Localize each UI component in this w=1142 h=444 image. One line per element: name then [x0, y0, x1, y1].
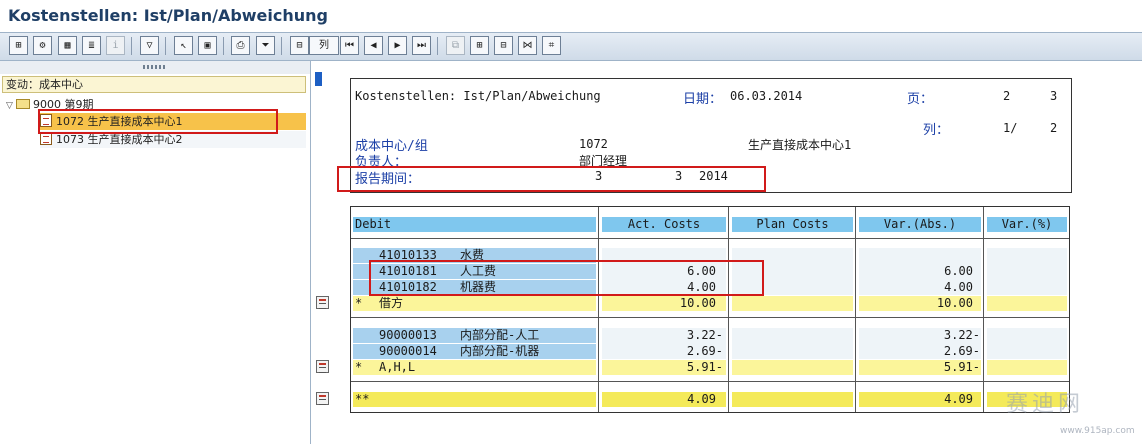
highlight-box: [369, 260, 764, 296]
cell-bg: [732, 328, 853, 359]
subtotal-bg: [987, 360, 1067, 375]
cost-center-name: 生产直接成本中心1: [748, 138, 852, 152]
total-bg: [353, 392, 596, 407]
last-page-icon[interactable]: ⏭: [412, 36, 431, 55]
tree-header: 变动：成本中心: [2, 76, 306, 93]
title-bar: Kostenstellen: Ist/Plan/Abweichung: [0, 0, 1142, 33]
var-abs-value: 4.00: [944, 280, 973, 294]
tree-item-label: 1073 生产直接成本中心2: [56, 133, 183, 146]
application-toolbar: ⊞ ⚙ ▦ ≣ i ▽ ↖ ▣ ⎙ ⏷ ⊟ 列 ⏮ ◀ ▶ ⏭ ⧉ ⊞ ⊟ ⋈ …: [0, 33, 1142, 61]
subtotal-icon[interactable]: [316, 360, 329, 373]
toolbar-separator: [437, 37, 438, 55]
page-label: 页：: [907, 92, 934, 107]
toolbar-separator: [281, 37, 282, 55]
structure-icon[interactable]: ▦: [58, 36, 77, 55]
subtotal-act-costs: 10.00: [679, 296, 716, 310]
toolbar-separator: [131, 37, 132, 55]
subtotal-var-abs: 10.00: [936, 296, 973, 310]
row-divider: [351, 317, 1069, 318]
highlight-box: [38, 109, 278, 134]
cell-bg: [987, 248, 1067, 295]
info-icon[interactable]: i: [106, 36, 125, 55]
find-icon[interactable]: ⊟: [290, 36, 309, 55]
subtotal-marker: *: [355, 360, 363, 374]
act-costs-value: 2.69-: [686, 344, 723, 358]
cell-bg: [987, 328, 1067, 359]
toolbar-separator: [223, 37, 224, 55]
settings-icon[interactable]: ⚙: [33, 36, 52, 55]
total-bg: [732, 392, 853, 407]
subtotal-icon[interactable]: [316, 296, 329, 309]
total-icon[interactable]: [316, 392, 329, 405]
node-icon[interactable]: ⋈: [518, 36, 537, 55]
var-abs-value: 3.22-: [943, 328, 980, 342]
report-title: Kostenstellen: Ist/Plan/Abweichung: [355, 89, 601, 103]
column-label: 列：: [923, 123, 950, 138]
list-icon[interactable]: ≣: [82, 36, 101, 55]
subtotal-label: A,H,L: [379, 360, 416, 374]
folder-icon: [16, 99, 30, 109]
funnel-icon[interactable]: ⏷: [256, 36, 275, 55]
column-button[interactable]: 列: [309, 36, 339, 55]
subtotal-marker: *: [355, 296, 363, 310]
header-var-abs[interactable]: Var.(Abs.): [859, 217, 981, 232]
cost-center-code: 1072: [579, 137, 608, 151]
header-plan-costs[interactable]: Plan Costs: [732, 217, 853, 232]
subtotal-bg: [732, 296, 853, 311]
tree-collapse-icon[interactable]: ⊟: [494, 36, 513, 55]
subtotal-var-abs: 5.91-: [943, 360, 980, 374]
filter-icon[interactable]: ▽: [140, 36, 159, 55]
watermark: 赛迪网: [1006, 392, 1085, 417]
collapse-arrow-icon[interactable]: ▽: [6, 98, 16, 115]
account-number: 90000014: [379, 344, 437, 358]
row-divider: [351, 381, 1069, 382]
header-debit[interactable]: Debit: [353, 217, 596, 232]
print-icon[interactable]: ⎙: [231, 36, 250, 55]
toolbar-separator: [165, 37, 166, 55]
row-divider: [351, 238, 1069, 239]
first-page-icon[interactable]: ⏮: [340, 36, 359, 55]
total-marker: **: [355, 392, 370, 406]
panel-resize-handle[interactable]: [0, 61, 310, 74]
header-act-costs[interactable]: Act. Costs: [602, 217, 726, 232]
subtotal-bg: [732, 360, 853, 375]
next-page-icon[interactable]: ▶: [388, 36, 407, 55]
column-button-label: 列: [319, 40, 329, 51]
account-number: 90000013: [379, 328, 437, 342]
account-name: 内部分配-机器: [460, 344, 540, 358]
cursor-marker: [315, 72, 322, 86]
layout-icon[interactable]: ▣: [198, 36, 217, 55]
network-icon[interactable]: ⌗: [542, 36, 561, 55]
watermark-url: www.915ap.com: [1060, 426, 1135, 436]
act-costs-value: 3.22-: [686, 328, 723, 342]
date-value: 06.03.2014: [730, 89, 803, 103]
grip-dots: [143, 65, 165, 69]
page-total: 3: [1050, 89, 1058, 103]
subtotal-act-costs: 5.91-: [686, 360, 723, 374]
total-var-abs: 4.09: [944, 392, 973, 406]
var-abs-value: 2.69-: [943, 344, 980, 358]
account-name: 内部分配-人工: [460, 328, 540, 342]
subtotal-bg: [987, 296, 1067, 311]
cost-report-table: Debit Act. Costs Plan Costs Var.(Abs.) V…: [350, 206, 1070, 413]
window-title: Kostenstellen: Ist/Plan/Abweichung: [8, 6, 328, 25]
column-total: 2: [1050, 121, 1058, 135]
subtotal-label: 借方: [379, 296, 404, 310]
total-act-costs: 4.09: [687, 392, 716, 406]
tree-expand-icon[interactable]: ⊞: [470, 36, 489, 55]
date-label: 日期：: [683, 92, 723, 107]
page-current: 2: [1003, 89, 1011, 103]
var-abs-value: 6.00: [944, 264, 973, 278]
hierarchy-icon[interactable]: ⊞: [9, 36, 28, 55]
column-current: 1/: [1003, 121, 1018, 135]
highlight-box: [337, 166, 766, 192]
previous-page-icon[interactable]: ◀: [364, 36, 383, 55]
select-icon[interactable]: ↖: [174, 36, 193, 55]
export-icon[interactable]: ⧉: [446, 36, 465, 55]
header-var-pct[interactable]: Var.(%): [987, 217, 1067, 232]
